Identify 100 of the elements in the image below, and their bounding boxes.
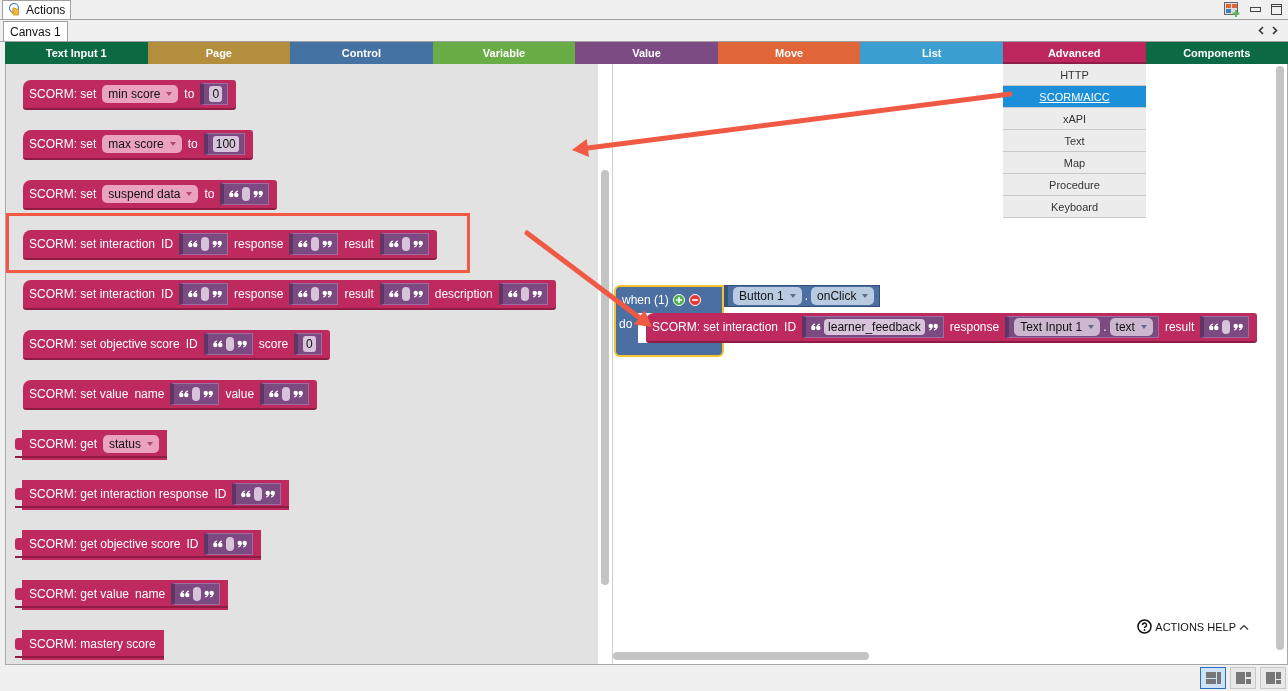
value-block[interactable]: SCORM: mastery score (15, 630, 164, 660)
dropdown-field[interactable]: suspend data (102, 185, 199, 203)
block-label: ID (161, 237, 174, 251)
quote-mark-icon (180, 590, 191, 598)
empty-text-field[interactable] (254, 487, 263, 501)
connector-tab (15, 588, 23, 600)
chevron-up-icon[interactable] (1239, 623, 1249, 630)
scrollbar[interactable] (1276, 66, 1284, 650)
quote-mark-icon (241, 490, 252, 498)
layout-button[interactable] (1260, 667, 1286, 689)
block-label: SCORM: set (29, 87, 97, 101)
plus-icon[interactable] (672, 294, 685, 306)
minus-icon[interactable] (688, 294, 701, 306)
dropdown-field[interactable]: Text Input 1 (1014, 318, 1101, 336)
quote-mark-icon (1233, 323, 1244, 331)
block-label: SCORM: get objective score (29, 537, 181, 551)
value-block[interactable]: SCORM: get value name (15, 580, 229, 610)
empty-text-field[interactable] (242, 187, 251, 201)
empty-text-field[interactable] (193, 587, 202, 601)
scrollbar[interactable] (613, 652, 869, 660)
dropdown-field[interactable]: onClick (811, 287, 875, 305)
number-field[interactable]: 0 (209, 86, 223, 102)
block-label: SCORM: set (29, 187, 97, 201)
dropdown-field[interactable]: text (1109, 318, 1153, 336)
empty-text-field[interactable] (201, 237, 210, 251)
empty-text-field[interactable] (282, 387, 291, 401)
statement-block[interactable]: SCORM: set interaction ID learner_feedback response Text Input 1 . text result (646, 313, 1258, 343)
minimize-icon[interactable] (1250, 6, 1261, 13)
empty-text-field[interactable] (401, 287, 410, 301)
chevron-right-icon[interactable] (1272, 26, 1278, 35)
menu-item[interactable]: SCORM/AICC (1003, 86, 1146, 108)
empty-text-field[interactable] (520, 287, 529, 301)
category-tab[interactable]: Control (290, 42, 433, 64)
block-label: ID (161, 287, 174, 301)
block-label: name (134, 387, 165, 401)
menu-item[interactable]: Procedure (1003, 174, 1146, 196)
statement-block[interactable]: SCORM: set value name value (23, 380, 318, 410)
dropdown-field[interactable]: min score (102, 85, 179, 103)
empty-text-field[interactable] (311, 237, 320, 251)
text-field[interactable]: learner_feedback (824, 319, 925, 335)
canvas-tab[interactable]: Canvas 1 (3, 21, 68, 41)
empty-text-field[interactable] (225, 337, 234, 351)
category-tab[interactable]: Advanced (1002, 42, 1146, 64)
category-tab[interactable]: Components (1145, 42, 1288, 64)
block-label: SCORM: set interaction (29, 287, 156, 301)
empty-text-field[interactable] (311, 287, 320, 301)
block-label: ID (186, 537, 199, 551)
caret-icon (166, 92, 173, 96)
block-label: description (434, 287, 493, 301)
dropdown-field[interactable]: Button 1 (733, 287, 802, 305)
empty-text-field[interactable] (226, 537, 235, 551)
help-icon[interactable] (1137, 619, 1153, 634)
empty-text-field[interactable] (401, 237, 410, 251)
empty-text-field[interactable] (1222, 320, 1231, 334)
statement-block[interactable]: SCORM: set interaction ID response result (23, 230, 437, 260)
scrollbar[interactable] (601, 170, 609, 585)
caret-icon (1088, 325, 1095, 329)
event-block-header[interactable]: when (1) (614, 285, 724, 313)
block-label: when (1) (622, 293, 669, 307)
block-label: to (184, 87, 195, 101)
category-tab[interactable]: Value (575, 42, 718, 64)
category-tab[interactable]: Text Input 1 (5, 42, 148, 64)
panel-title: Actions (26, 3, 66, 17)
empty-text-field[interactable] (192, 387, 201, 401)
quote-mark-icon (236, 340, 247, 348)
dropdown-field[interactable]: max score (102, 135, 182, 153)
block-label: score (258, 337, 289, 351)
quote-mark-icon (237, 540, 248, 548)
touch-icon (8, 3, 22, 17)
statement-block[interactable]: SCORM: set max score to 100 (23, 130, 253, 160)
value-block[interactable]: SCORM: get objective score ID (15, 530, 262, 560)
maximize-icon[interactable] (1271, 4, 1282, 15)
layout-button[interactable] (1200, 667, 1226, 689)
menu-item[interactable]: Keyboard (1003, 196, 1146, 218)
help-label[interactable]: ACTIONS HELP (1155, 620, 1236, 633)
quote-mark-icon (927, 323, 938, 331)
statement-block[interactable]: SCORM: set min score to 0 (23, 80, 237, 110)
menu-item[interactable]: Map (1003, 152, 1146, 174)
dropdown-field[interactable]: status (103, 435, 160, 453)
add-blocks-icon[interactable] (1224, 2, 1240, 17)
number-field[interactable]: 100 (212, 136, 239, 152)
statement-block[interactable]: SCORM: set suspend data to (23, 180, 278, 210)
quote-mark-icon (188, 240, 199, 248)
quote-mark-icon (265, 490, 276, 498)
statement-block[interactable]: SCORM: set objective score ID score 0 (23, 330, 330, 360)
layout-button[interactable] (1230, 667, 1256, 689)
block-label: SCORM: get value (29, 587, 130, 601)
chevron-left-icon[interactable] (1258, 26, 1264, 35)
quote-mark-icon (388, 290, 399, 298)
block-label: result (344, 287, 374, 301)
menu-item[interactable]: xAPI (1003, 108, 1146, 130)
menu-item[interactable]: Text (1003, 130, 1146, 152)
statement-block[interactable]: SCORM: set interaction ID response result description (23, 280, 556, 310)
value-block[interactable]: SCORM: get interaction response ID (15, 480, 290, 510)
value-block[interactable]: SCORM: get status (15, 430, 168, 460)
block-label: SCORM: get interaction response (29, 487, 209, 501)
number-field[interactable]: 0 (303, 336, 316, 352)
panel-tab[interactable]: Actions (2, 0, 72, 19)
empty-text-field[interactable] (201, 287, 210, 301)
block-label: SCORM: mastery score (29, 637, 156, 651)
